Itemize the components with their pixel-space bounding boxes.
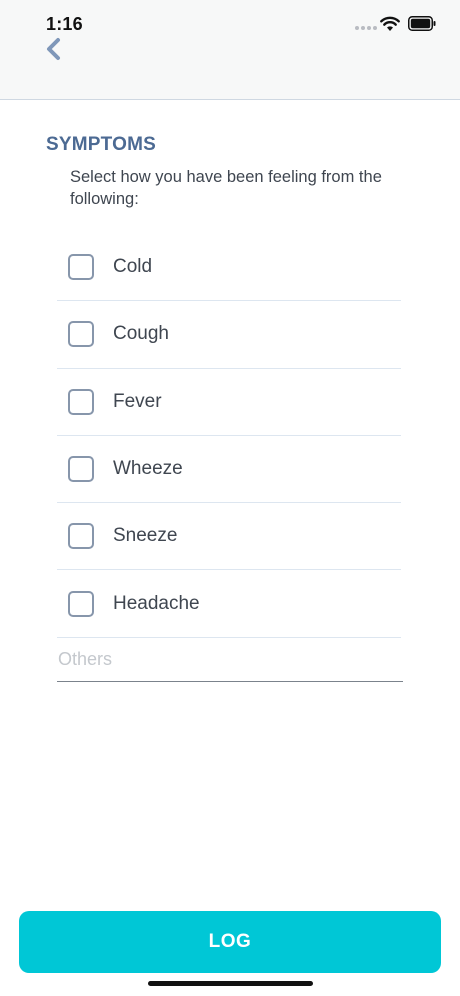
symptom-row-cough[interactable]: Cough bbox=[57, 301, 401, 369]
symptom-label: Sneeze bbox=[113, 525, 178, 547]
symptom-label: Cold bbox=[113, 256, 153, 278]
symptom-label: Fever bbox=[113, 390, 162, 412]
symptom-row-cold[interactable]: Cold bbox=[57, 234, 401, 302]
checkbox[interactable] bbox=[68, 456, 94, 483]
symptom-row-wheeze[interactable]: Wheeze bbox=[57, 436, 401, 504]
symptom-label: Headache bbox=[113, 592, 200, 614]
checkbox[interactable] bbox=[68, 388, 94, 415]
symptom-row-headache[interactable]: Headache bbox=[57, 570, 401, 638]
symptom-row-sneeze[interactable]: Sneeze bbox=[57, 503, 401, 571]
status-time: 1:16 bbox=[46, 14, 83, 34]
checkbox[interactable] bbox=[68, 590, 94, 617]
checkbox[interactable] bbox=[68, 254, 94, 281]
checkbox[interactable] bbox=[68, 321, 94, 348]
home-indicator bbox=[148, 981, 313, 986]
battery-icon bbox=[408, 16, 436, 31]
checkbox[interactable] bbox=[68, 523, 94, 550]
symptom-row-fever[interactable]: Fever bbox=[57, 369, 401, 436]
instruction-text: Select how you have been feeling from th… bbox=[70, 168, 382, 208]
log-button[interactable]: LOG bbox=[19, 911, 441, 973]
symptom-list: Cold Cough Fever Wheeze Sneeze Headache bbox=[57, 234, 401, 638]
others-input[interactable] bbox=[57, 642, 403, 682]
signal-dots-icon bbox=[355, 26, 377, 30]
symptom-label: Cough bbox=[113, 323, 169, 345]
symptom-label: Wheeze bbox=[113, 458, 183, 480]
wifi-icon bbox=[380, 16, 400, 31]
status-bar: 1:16 bbox=[0, 0, 460, 44]
section-title: SYMPTOMS bbox=[46, 134, 156, 155]
